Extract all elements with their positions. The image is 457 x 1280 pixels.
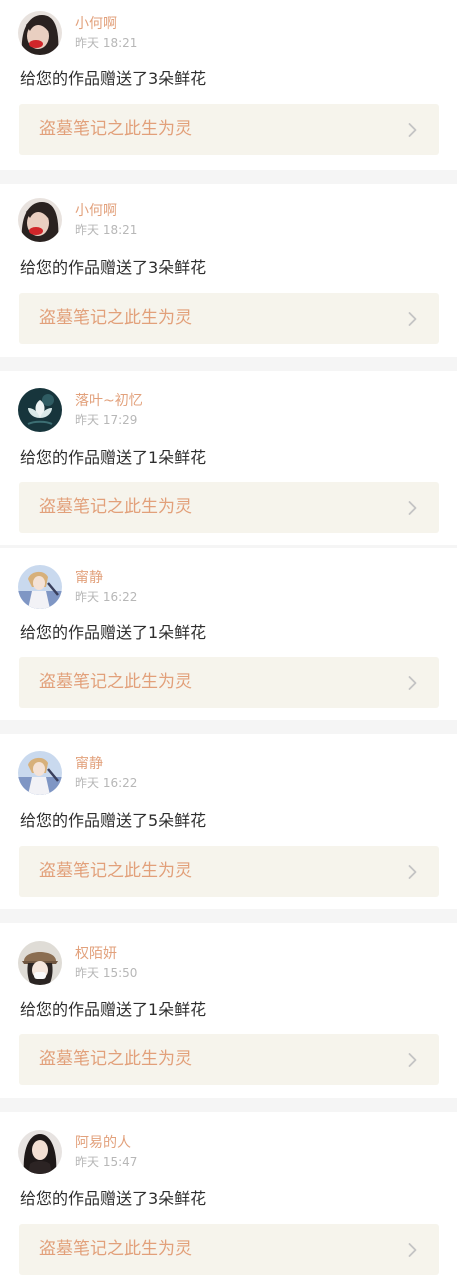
- work-link-button[interactable]: 盗墓笔记之此生为灵: [19, 482, 439, 533]
- username[interactable]: 落叶~初忆: [75, 392, 143, 410]
- work-title: 盗墓笔记之此生为灵: [39, 861, 192, 881]
- gift-message: 给您的作品赠送了3朵鲜花: [20, 258, 207, 277]
- girl-red-lips-avatar-icon: [18, 198, 62, 242]
- anime-girl-blue-avatar-icon: [18, 751, 62, 795]
- username[interactable]: 权陌妍: [75, 945, 137, 963]
- girl-red-lips-avatar-icon: [18, 11, 62, 55]
- user-avatar[interactable]: [18, 751, 62, 795]
- user-meta: 甯静 昨天 16:22: [75, 755, 137, 791]
- gift-message: 给您的作品赠送了1朵鲜花: [20, 1000, 207, 1019]
- notification-header: 甯静 昨天 16:22: [18, 750, 137, 796]
- chevron-right-icon: [408, 501, 417, 515]
- notification-header: 落叶~初忆 昨天 17:29: [18, 387, 143, 433]
- user-meta: 阿易的人 昨天 15:47: [75, 1134, 137, 1170]
- timestamp: 昨天 15:50: [75, 966, 138, 980]
- chevron-right-icon: [408, 312, 417, 326]
- timestamp: 昨天 16:22: [75, 776, 138, 790]
- user-meta: 甯静 昨天 16:22: [75, 569, 137, 605]
- user-avatar[interactable]: [18, 1130, 62, 1174]
- username[interactable]: 甯静: [75, 755, 137, 773]
- username[interactable]: 小何啊: [75, 202, 137, 220]
- notification-card: 甯静 昨天 16:22 给您的作品赠送了5朵鲜花 盗墓笔记之此生为灵: [0, 734, 457, 909]
- work-link-button[interactable]: 盗墓笔记之此生为灵: [19, 657, 439, 708]
- lotus-flower-avatar-icon: [18, 388, 62, 432]
- notification-header: 小何啊 昨天 18:21: [18, 197, 137, 243]
- timestamp: 昨天 18:21: [75, 36, 138, 50]
- notification-card: 小何啊 昨天 18:21 给您的作品赠送了3朵鲜花 盗墓笔记之此生为灵: [0, 184, 457, 357]
- work-title: 盗墓笔记之此生为灵: [39, 672, 192, 692]
- work-link-button[interactable]: 盗墓笔记之此生为灵: [19, 1224, 439, 1275]
- timestamp: 昨天 18:21: [75, 223, 138, 237]
- notification-card: 权陌妍 昨天 15:50 给您的作品赠送了1朵鲜花 盗墓笔记之此生为灵: [0, 923, 457, 1098]
- notification-header: 小何啊 昨天 18:21: [18, 10, 137, 56]
- work-title: 盗墓笔记之此生为灵: [39, 1049, 192, 1069]
- notification-card: 落叶~初忆 昨天 17:29 给您的作品赠送了1朵鲜花 盗墓笔记之此生为灵: [0, 371, 457, 545]
- gift-message: 给您的作品赠送了3朵鲜花: [20, 69, 207, 88]
- chevron-right-icon: [408, 1243, 417, 1257]
- girl-white-hat-avatar-icon: [18, 941, 62, 985]
- user-avatar[interactable]: [18, 565, 62, 609]
- chevron-right-icon: [408, 1053, 417, 1067]
- user-avatar[interactable]: [18, 388, 62, 432]
- notification-header: 甯静 昨天 16:22: [18, 564, 137, 610]
- gift-message: 给您的作品赠送了1朵鲜花: [20, 623, 207, 642]
- notification-card: 小何啊 昨天 18:21 给您的作品赠送了3朵鲜花 盗墓笔记之此生为灵: [0, 0, 457, 170]
- username[interactable]: 小何啊: [75, 15, 137, 33]
- anime-girl-blue-avatar-icon: [18, 565, 62, 609]
- gift-message: 给您的作品赠送了3朵鲜花: [20, 1189, 207, 1208]
- notification-header: 权陌妍 昨天 15:50: [18, 940, 137, 986]
- notification-card: 阿易的人 昨天 15:47 给您的作品赠送了3朵鲜花 盗墓笔记之此生为灵: [0, 1112, 457, 1280]
- work-title: 盗墓笔记之此生为灵: [39, 308, 192, 328]
- user-avatar[interactable]: [18, 11, 62, 55]
- notification-header: 阿易的人 昨天 15:47: [18, 1129, 137, 1175]
- timestamp: 昨天 15:47: [75, 1155, 138, 1169]
- username[interactable]: 阿易的人: [75, 1134, 137, 1152]
- user-meta: 权陌妍 昨天 15:50: [75, 945, 137, 981]
- user-avatar[interactable]: [18, 198, 62, 242]
- work-title: 盗墓笔记之此生为灵: [39, 1239, 192, 1259]
- work-link-button[interactable]: 盗墓笔记之此生为灵: [19, 1034, 439, 1085]
- gift-message: 给您的作品赠送了1朵鲜花: [20, 448, 207, 467]
- username[interactable]: 甯静: [75, 569, 137, 587]
- work-title: 盗墓笔记之此生为灵: [39, 497, 192, 517]
- notification-feed: 小何啊 昨天 18:21 给您的作品赠送了3朵鲜花 盗墓笔记之此生为灵 小何啊 …: [0, 0, 457, 1280]
- chevron-right-icon: [408, 676, 417, 690]
- user-meta: 小何啊 昨天 18:21: [75, 202, 137, 238]
- timestamp: 昨天 17:29: [75, 413, 138, 427]
- work-link-button[interactable]: 盗墓笔记之此生为灵: [19, 104, 439, 155]
- chevron-right-icon: [408, 123, 417, 137]
- work-link-button[interactable]: 盗墓笔记之此生为灵: [19, 293, 439, 344]
- user-avatar[interactable]: [18, 941, 62, 985]
- chevron-right-icon: [408, 865, 417, 879]
- work-link-button[interactable]: 盗墓笔记之此生为灵: [19, 846, 439, 897]
- work-title: 盗墓笔记之此生为灵: [39, 119, 192, 139]
- girl-dark-hair-avatar-icon: [18, 1130, 62, 1174]
- user-meta: 落叶~初忆 昨天 17:29: [75, 392, 143, 428]
- notification-card: 甯静 昨天 16:22 给您的作品赠送了1朵鲜花 盗墓笔记之此生为灵: [0, 548, 457, 720]
- timestamp: 昨天 16:22: [75, 590, 138, 604]
- gift-message: 给您的作品赠送了5朵鲜花: [20, 811, 207, 830]
- user-meta: 小何啊 昨天 18:21: [75, 15, 137, 51]
